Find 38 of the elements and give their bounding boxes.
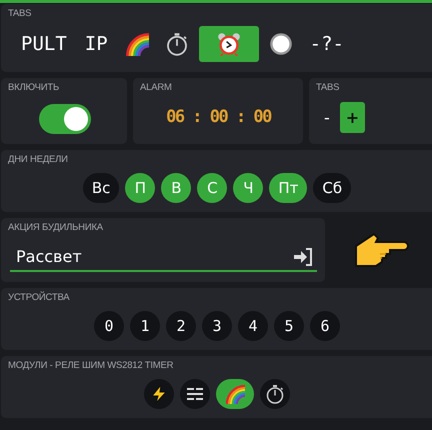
device-button[interactable]: 1	[130, 311, 160, 341]
module-button[interactable]	[144, 379, 174, 409]
pointing-hand-icon	[354, 230, 410, 270]
device-button[interactable]: 0	[94, 311, 124, 341]
section-label: УСТРОЙСТВА	[8, 292, 70, 304]
device-button[interactable]: 5	[274, 311, 304, 341]
tab[interactable]: PULT	[14, 26, 74, 62]
device-button[interactable]: 3	[202, 311, 232, 341]
circle-icon	[268, 32, 293, 56]
device-button[interactable]: 4	[238, 311, 268, 341]
stopwatch-icon	[164, 32, 189, 56]
toggle-switch[interactable]	[38, 104, 90, 134]
module-button[interactable]	[180, 379, 210, 409]
alarm-clock-icon	[216, 32, 241, 56]
rainbow-icon	[124, 32, 149, 56]
module-button[interactable]	[260, 379, 290, 409]
weekday-button[interactable]: Сб	[313, 173, 352, 203]
login-icon	[293, 248, 313, 266]
section-label: ВКЛЮЧИТЬ	[8, 82, 60, 94]
weekday-button[interactable]: Вс	[82, 173, 120, 203]
section-label: ALARM	[140, 82, 173, 94]
rainbow-icon	[225, 384, 245, 404]
action-field[interactable]: Рассвет	[10, 244, 317, 272]
section-label: МОДУЛИ - РЕЛЕ ШИМ WS2812 TIMER	[8, 360, 174, 372]
stopwatch-icon	[265, 384, 285, 404]
tab[interactable]: -?-	[302, 26, 351, 62]
section-label: TABS	[316, 82, 340, 94]
module-button[interactable]	[216, 379, 254, 409]
section-label: АКЦИЯ БУДИЛЬНИКА	[8, 222, 104, 234]
device-button[interactable]: 2	[166, 311, 196, 341]
section-label: ДНИ НЕДЕЛИ	[8, 154, 69, 166]
action-input[interactable]: Рассвет	[10, 245, 293, 269]
alarm-time: 06 : 00 : 00	[166, 106, 271, 129]
device-button[interactable]: 6	[310, 311, 340, 341]
plus-button[interactable]: +	[340, 102, 366, 133]
section-label: TABS	[8, 8, 32, 20]
minus-button[interactable]: -	[318, 102, 336, 133]
tab[interactable]: IP	[78, 26, 115, 62]
